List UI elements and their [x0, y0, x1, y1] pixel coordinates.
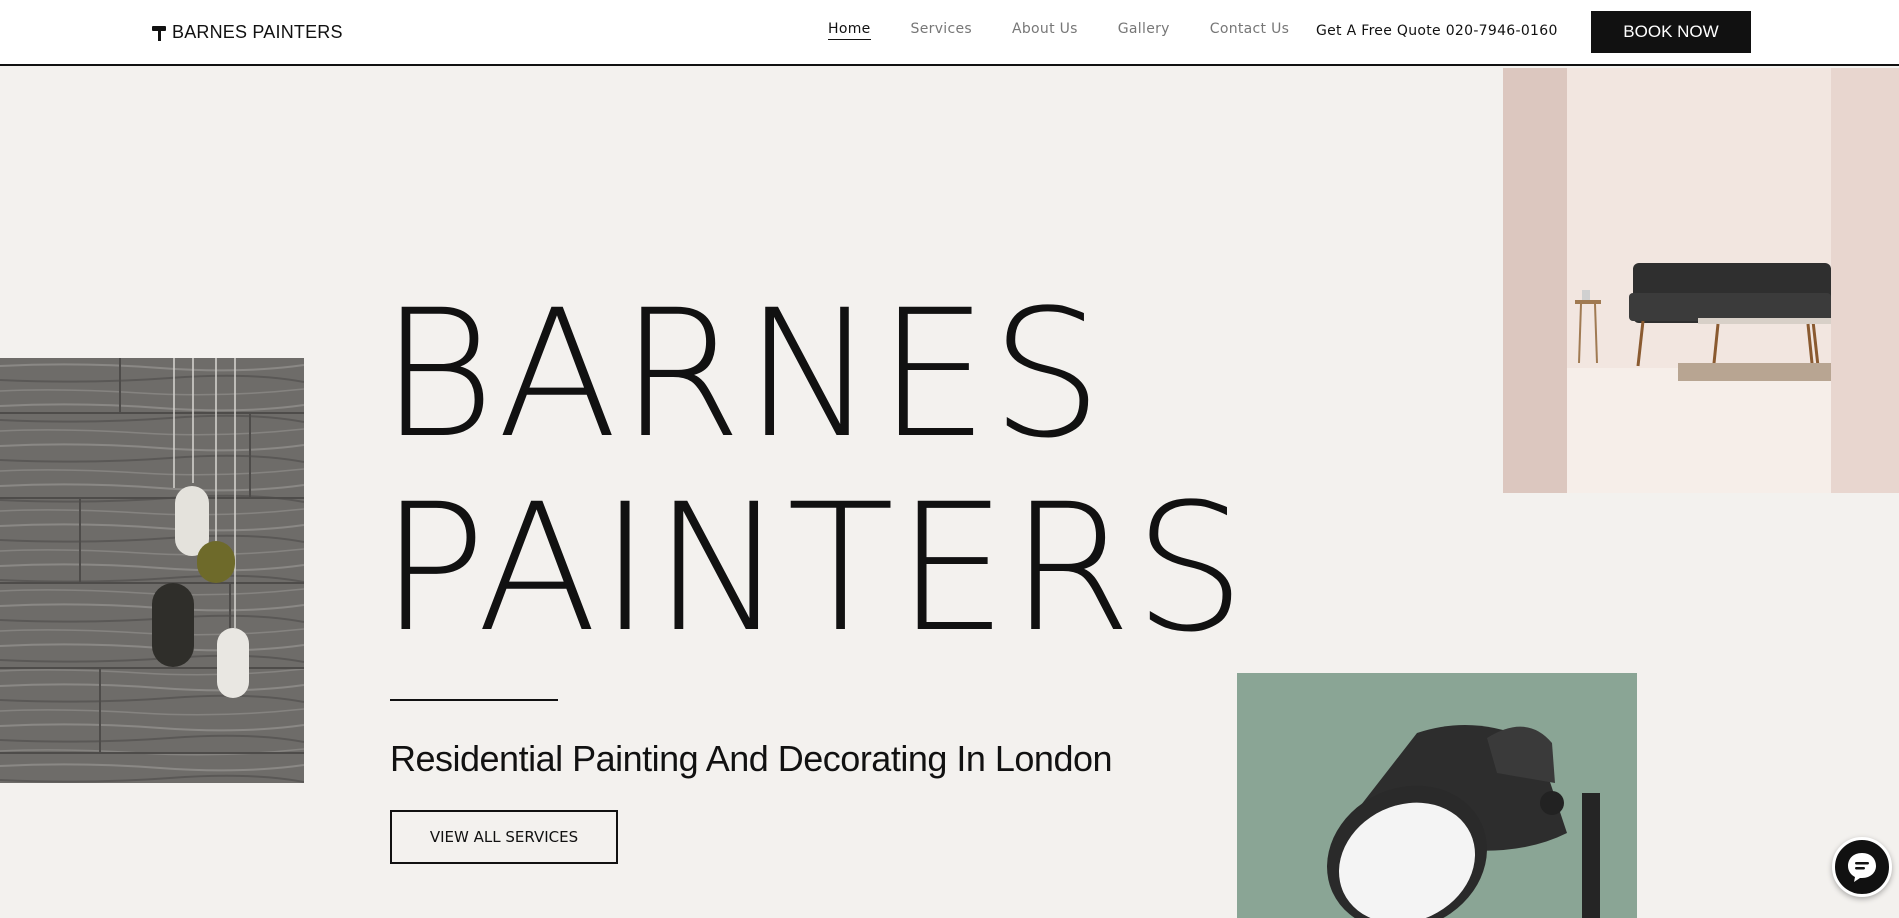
- site-header: BARNES PAINTERS Home Services About Us G…: [0, 0, 1899, 66]
- pendant-lamps-image: [0, 358, 304, 783]
- hero-title-line-1: BARNES: [380, 272, 1105, 477]
- paint-roller-icon: [152, 24, 166, 42]
- living-room-sofa-image: [1503, 68, 1899, 493]
- nav-home[interactable]: Home: [828, 21, 871, 40]
- view-all-services-button[interactable]: VIEW ALL SERVICES: [390, 810, 618, 864]
- chat-bubble-icon[interactable]: [1832, 837, 1892, 897]
- hero-subtitle: Residential Painting And Decorating In L…: [390, 738, 1113, 779]
- free-quote-phone[interactable]: Get A Free Quote 020-7946-0160: [1316, 23, 1558, 39]
- nav-contact-us[interactable]: Contact Us: [1210, 21, 1289, 40]
- nav-about-us[interactable]: About Us: [1012, 21, 1078, 40]
- logo-text: BARNES PAINTERS: [172, 22, 343, 42]
- logo[interactable]: BARNES PAINTERS: [152, 22, 343, 43]
- book-now-button[interactable]: BOOK NOW: [1591, 11, 1751, 53]
- hero-title-line-2: PAINTERS: [380, 466, 1248, 671]
- hero-title: BARNES PAINTERS: [380, 278, 1248, 666]
- main-nav: Home Services About Us Gallery Contact U…: [828, 21, 1329, 40]
- desk-lamp-image: [1237, 673, 1637, 918]
- hero-divider: [390, 699, 558, 701]
- nav-gallery[interactable]: Gallery: [1118, 21, 1170, 40]
- nav-services[interactable]: Services: [911, 21, 972, 40]
